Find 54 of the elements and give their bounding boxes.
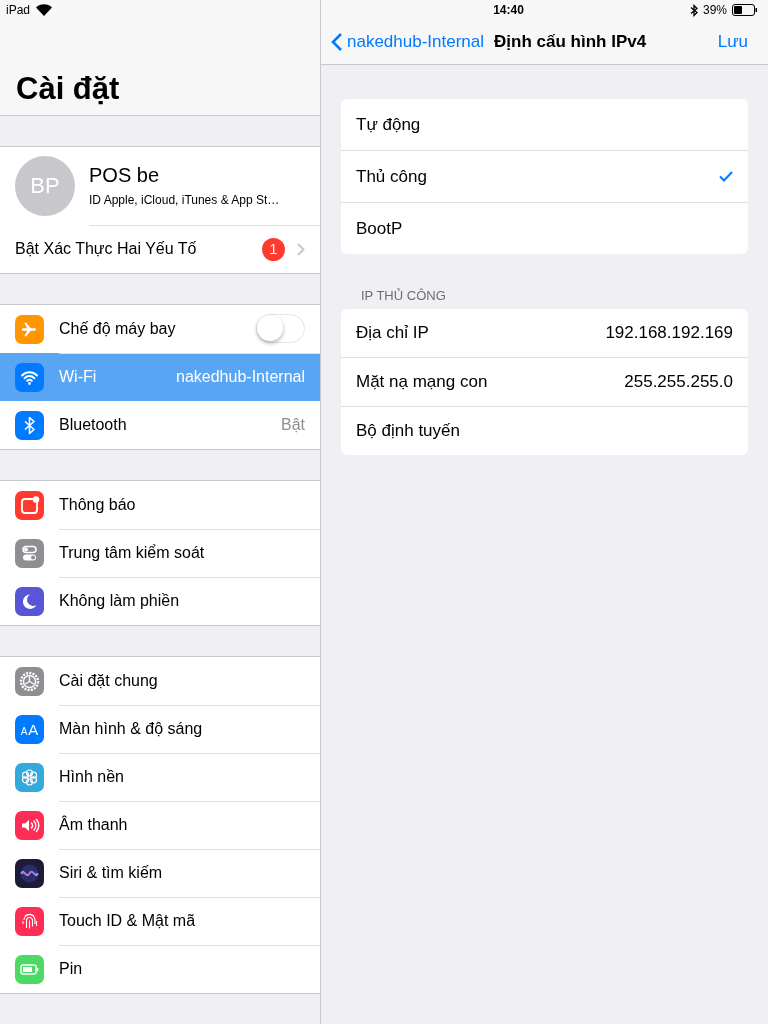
battery-icon xyxy=(15,954,44,984)
settings-item[interactable]: Siri & tìm kiếm xyxy=(0,849,320,897)
mode-option[interactable]: Thủ công xyxy=(341,151,748,203)
toggle-switch[interactable] xyxy=(256,314,305,343)
bluetooth-icon xyxy=(689,3,698,17)
settings-item[interactable]: Thông báo xyxy=(0,481,320,529)
field-label: Mặt nạ mạng con xyxy=(356,372,489,392)
avatar: BP xyxy=(15,156,75,216)
toggles-icon xyxy=(15,538,44,568)
notification-badge: 1 xyxy=(262,237,285,261)
mode-option[interactable]: BootP xyxy=(341,203,748,254)
status-time: 14:40 xyxy=(493,3,524,17)
airplane-icon xyxy=(15,314,44,344)
settings-item[interactable]: Pin xyxy=(0,945,320,993)
settings-item[interactable]: Touch ID & Mật mã xyxy=(0,897,320,945)
input-field[interactable]: 255.255.255.0 xyxy=(553,372,733,392)
settings-item[interactable]: Âm thanh xyxy=(0,801,320,849)
siri-icon xyxy=(15,858,44,888)
settings-item[interactable]: Hình nền xyxy=(0,753,320,801)
settings-item[interactable]: Chế độ máy bay xyxy=(0,305,320,353)
field-label: Địa chỉ IP xyxy=(356,323,430,343)
bluetooth-icon xyxy=(15,410,44,440)
account-name: POS be xyxy=(89,164,161,187)
flower-icon xyxy=(15,762,44,792)
settings-item[interactable]: Không làm phiền xyxy=(0,577,320,625)
row-label: Bật Xác Thực Hai Yếu Tố xyxy=(15,240,198,258)
section-header: IP THỦ CÔNG xyxy=(360,287,447,305)
field-label: Bộ định tuyến xyxy=(356,421,461,441)
battery-percent: 39% xyxy=(702,3,727,17)
account-row[interactable]: BP POS be ID Apple, iCloud, iTunes & App St… xyxy=(0,147,320,225)
back-chevron-icon xyxy=(331,32,343,52)
settings-item[interactable]: Bluetooth Bật xyxy=(0,401,320,449)
notification-icon xyxy=(15,490,44,520)
settings-item[interactable]: Trung tâm kiểm soát xyxy=(0,529,320,577)
device-name: iPad xyxy=(6,3,31,17)
settings-item[interactable]: Cài đặt chung xyxy=(0,657,320,705)
nav-title: Định cấu hình IPv4 xyxy=(494,32,648,52)
two-factor-row[interactable]: Bật Xác Thực Hai Yếu Tố 1 xyxy=(0,225,320,273)
mode-option[interactable]: Tự động xyxy=(341,99,748,151)
text-size-icon: AA xyxy=(15,714,44,744)
fingerprint-icon xyxy=(15,906,44,936)
wifi-icon xyxy=(15,362,44,392)
wifi-icon xyxy=(36,4,53,16)
moon-icon xyxy=(15,586,44,616)
account-subtitle: ID Apple, iCloud, iTunes & App St… xyxy=(89,193,281,207)
page-title: Cài đặt xyxy=(16,71,120,107)
back-button[interactable]: nakedhub-Internal xyxy=(331,32,485,52)
battery-icon xyxy=(732,4,758,16)
settings-item[interactable]: AA Màn hình & độ sáng xyxy=(0,705,320,753)
speaker-icon xyxy=(15,810,44,840)
chevron-icon xyxy=(297,242,305,256)
input-field[interactable]: 192.168.192.169 xyxy=(553,323,733,343)
save-button[interactable]: Lưu xyxy=(717,32,748,52)
gear-icon xyxy=(15,666,44,696)
